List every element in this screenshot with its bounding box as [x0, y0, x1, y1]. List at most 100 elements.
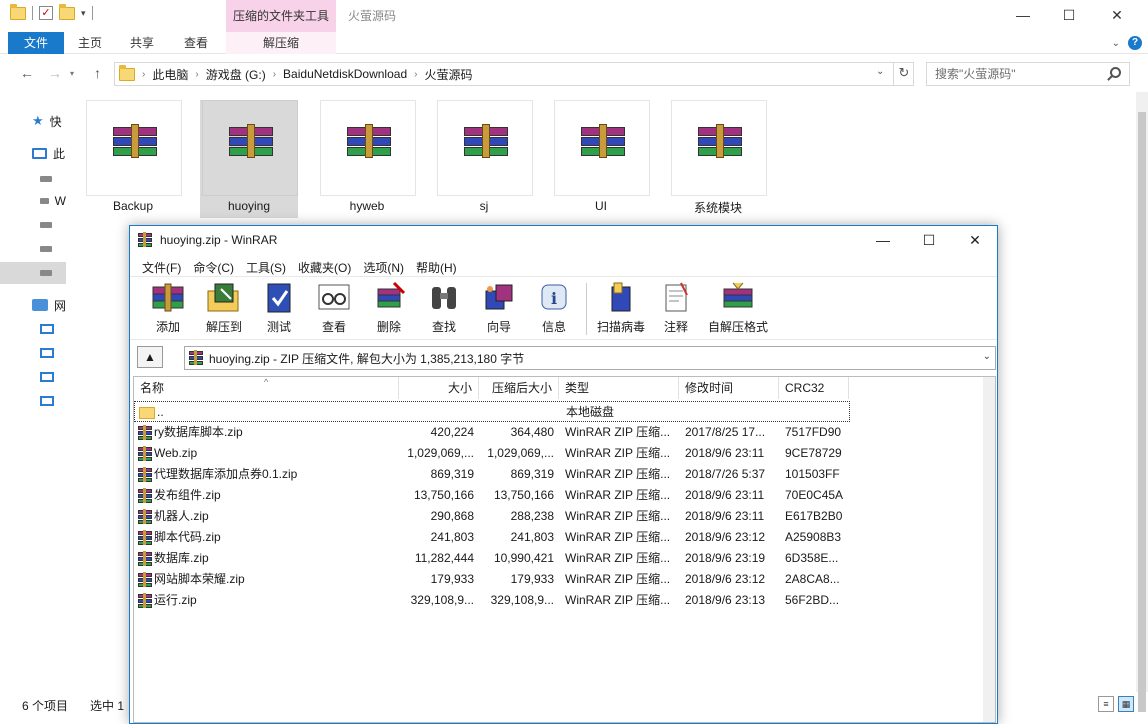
tab-extract[interactable]: 解压缩 — [226, 32, 336, 54]
column-header-size[interactable]: 大小 — [399, 377, 479, 399]
chevron-right-icon[interactable]: › — [142, 69, 145, 80]
maximize-button[interactable]: ☐ — [906, 226, 952, 256]
address-bar[interactable]: › 此电脑 › 游戏盘 (G:) › BaiduNetdiskDownload … — [114, 62, 914, 86]
column-header-crc[interactable]: CRC32 — [779, 377, 849, 399]
large-icons-view-icon[interactable]: ▦ — [1118, 696, 1134, 712]
chevron-right-icon[interactable]: › — [273, 69, 276, 80]
breadcrumb-this-pc[interactable]: 此电脑 — [152, 66, 188, 83]
up-folder-button[interactable]: ▲ — [137, 346, 163, 368]
test-button[interactable]: 测试 — [251, 281, 307, 339]
nav-network-pc[interactable] — [0, 390, 66, 412]
expand-ribbon-icon[interactable]: ⌄ — [1112, 38, 1120, 49]
close-button[interactable]: ✕ — [952, 226, 998, 256]
table-row[interactable]: 脚本代码.zip 241,803 241,803 WinRAR ZIP 压缩..… — [134, 527, 994, 548]
tab-home[interactable]: 主页 — [66, 32, 114, 54]
column-header-modified[interactable]: 修改时间 — [679, 377, 779, 399]
nav-drive-selected[interactable] — [0, 262, 66, 284]
delete-button[interactable]: 删除 — [361, 281, 417, 339]
info-button[interactable]: i 信息 — [526, 281, 582, 339]
table-row[interactable]: 发布组件.zip 13,750,166 13,750,166 WinRAR ZI… — [134, 485, 994, 506]
file-tile-ui[interactable]: UI — [552, 100, 650, 218]
extract-to-button[interactable]: 解压到 — [196, 281, 252, 339]
breadcrumb-current[interactable]: 火萤源码 — [424, 66, 472, 83]
ribbon-help-area: ⌄ ? — [1112, 36, 1142, 50]
monitor-icon — [40, 348, 54, 358]
search-icon[interactable] — [1110, 67, 1121, 78]
menu-options[interactable]: 选项(N) — [357, 256, 410, 276]
nav-this-pc[interactable]: 此 — [0, 142, 66, 164]
nav-drive[interactable]: W — [0, 190, 66, 212]
table-row[interactable]: 代理数据库添加点券0.1.zip 869,319 869,319 WinRAR … — [134, 464, 994, 485]
scan-virus-button[interactable]: 扫描病毒 — [590, 281, 652, 339]
scrollbar-thumb[interactable] — [1138, 112, 1146, 712]
column-header-name[interactable]: 名称 ^ — [134, 377, 399, 399]
list-scrollbar[interactable] — [983, 377, 995, 722]
explorer-scrollbar[interactable] — [1136, 92, 1148, 712]
menu-help[interactable]: 帮助(H) — [410, 256, 463, 276]
column-header-type[interactable]: 类型 — [559, 377, 679, 399]
minimize-button[interactable]: — — [1000, 0, 1046, 32]
qat-dropdown-icon[interactable]: ▾ — [81, 8, 86, 19]
column-header-packed[interactable]: 压缩后大小 — [479, 377, 559, 399]
table-row[interactable]: 机器人.zip 290,868 288,238 WinRAR ZIP 压缩...… — [134, 506, 994, 527]
close-button[interactable]: ✕ — [1094, 0, 1140, 32]
add-button[interactable]: 添加 — [140, 281, 196, 339]
table-row[interactable]: 数据库.zip 11,282,444 10,990,421 WinRAR ZIP… — [134, 548, 994, 569]
chevron-right-icon[interactable]: › — [414, 69, 417, 80]
nav-drive[interactable] — [0, 214, 66, 236]
table-row[interactable]: 运行.zip 329,108,9... 329,108,9... WinRAR … — [134, 590, 994, 611]
help-icon[interactable]: ? — [1128, 36, 1142, 50]
breadcrumb-drive[interactable]: 游戏盘 (G:) — [206, 66, 266, 83]
find-button[interactable]: 查找 — [416, 281, 472, 339]
address-dropdown-icon[interactable]: ⌄ — [876, 66, 884, 77]
nav-network-pc[interactable] — [0, 366, 66, 388]
tab-share[interactable]: 共享 — [118, 32, 166, 54]
menu-tools[interactable]: 工具(S) — [240, 256, 292, 276]
file-name: 代理数据库添加点券0.1.zip — [154, 467, 298, 481]
details-view-icon[interactable]: ≡ — [1098, 696, 1114, 712]
breadcrumb-folder[interactable]: BaiduNetdiskDownload — [283, 67, 407, 81]
menu-file[interactable]: 文件(F) — [136, 256, 187, 276]
wizard-button[interactable]: 向导 — [471, 281, 527, 339]
nav-network[interactable]: 网 — [0, 294, 66, 316]
file-tile-sj[interactable]: sj — [435, 100, 533, 218]
maximize-button[interactable]: ☐ — [1046, 0, 1092, 32]
size-cell: 11,282,444 — [414, 551, 474, 565]
table-row[interactable]: ry数据库脚本.zip 420,224 364,480 WinRAR ZIP 压… — [134, 422, 994, 443]
recent-locations-icon[interactable]: ▾ — [70, 69, 74, 78]
view-button[interactable]: 查看 — [306, 281, 362, 339]
back-arrow-icon[interactable]: ← — [20, 65, 34, 81]
properties-check-icon[interactable]: ✓ — [39, 6, 53, 20]
up-arrow-icon[interactable]: ↑ — [94, 65, 101, 81]
table-row[interactable]: 网站脚本荣耀.zip 179,933 179,933 WinRAR ZIP 压缩… — [134, 569, 994, 590]
nav-quick-access[interactable]: ★ 快 — [0, 110, 66, 132]
table-row[interactable]: Web.zip 1,029,069,... 1,029,069,... WinR… — [134, 443, 994, 464]
tab-view[interactable]: 查看 — [172, 32, 220, 54]
modified-cell: 2018/7/26 5:37 — [685, 467, 766, 481]
sfx-button[interactable]: 自解压格式 — [704, 281, 772, 339]
file-tile-huoying[interactable]: huoying — [200, 100, 298, 218]
menu-favorites[interactable]: 收藏夹(O) — [292, 256, 357, 276]
winrar-archive-icon — [113, 124, 157, 165]
refresh-icon[interactable]: ↻ — [893, 62, 914, 86]
menu-commands[interactable]: 命令(C) — [187, 256, 240, 276]
nav-drive[interactable] — [0, 238, 66, 260]
drive-icon — [40, 246, 52, 252]
tab-file[interactable]: 文件 — [8, 32, 64, 54]
minimize-button[interactable]: — — [860, 226, 906, 256]
file-name: 网站脚本荣耀.zip — [154, 572, 245, 586]
nav-network-pc[interactable] — [0, 342, 66, 364]
parent-folder-row[interactable]: .. 本地磁盘 — [134, 401, 850, 422]
file-tile-backup[interactable]: Backup — [84, 100, 182, 218]
chevron-down-icon[interactable]: ⌄ — [983, 351, 991, 362]
archive-path-box[interactable]: huoying.zip - ZIP 压缩文件, 解包大小为 1,385,213,… — [184, 346, 996, 370]
nav-network-pc[interactable] — [0, 318, 66, 340]
chevron-right-icon[interactable]: › — [195, 69, 198, 80]
file-tile-hyweb[interactable]: hyweb — [318, 100, 416, 218]
forward-arrow-icon[interactable]: → — [48, 65, 62, 81]
nav-drive[interactable] — [0, 168, 66, 190]
new-folder-icon[interactable] — [59, 3, 75, 20]
search-input[interactable]: 搜索"火萤源码" — [926, 62, 1130, 86]
comment-button[interactable]: 注释 — [648, 281, 704, 339]
file-tile-system-module[interactable]: 系统模块 — [669, 100, 767, 218]
